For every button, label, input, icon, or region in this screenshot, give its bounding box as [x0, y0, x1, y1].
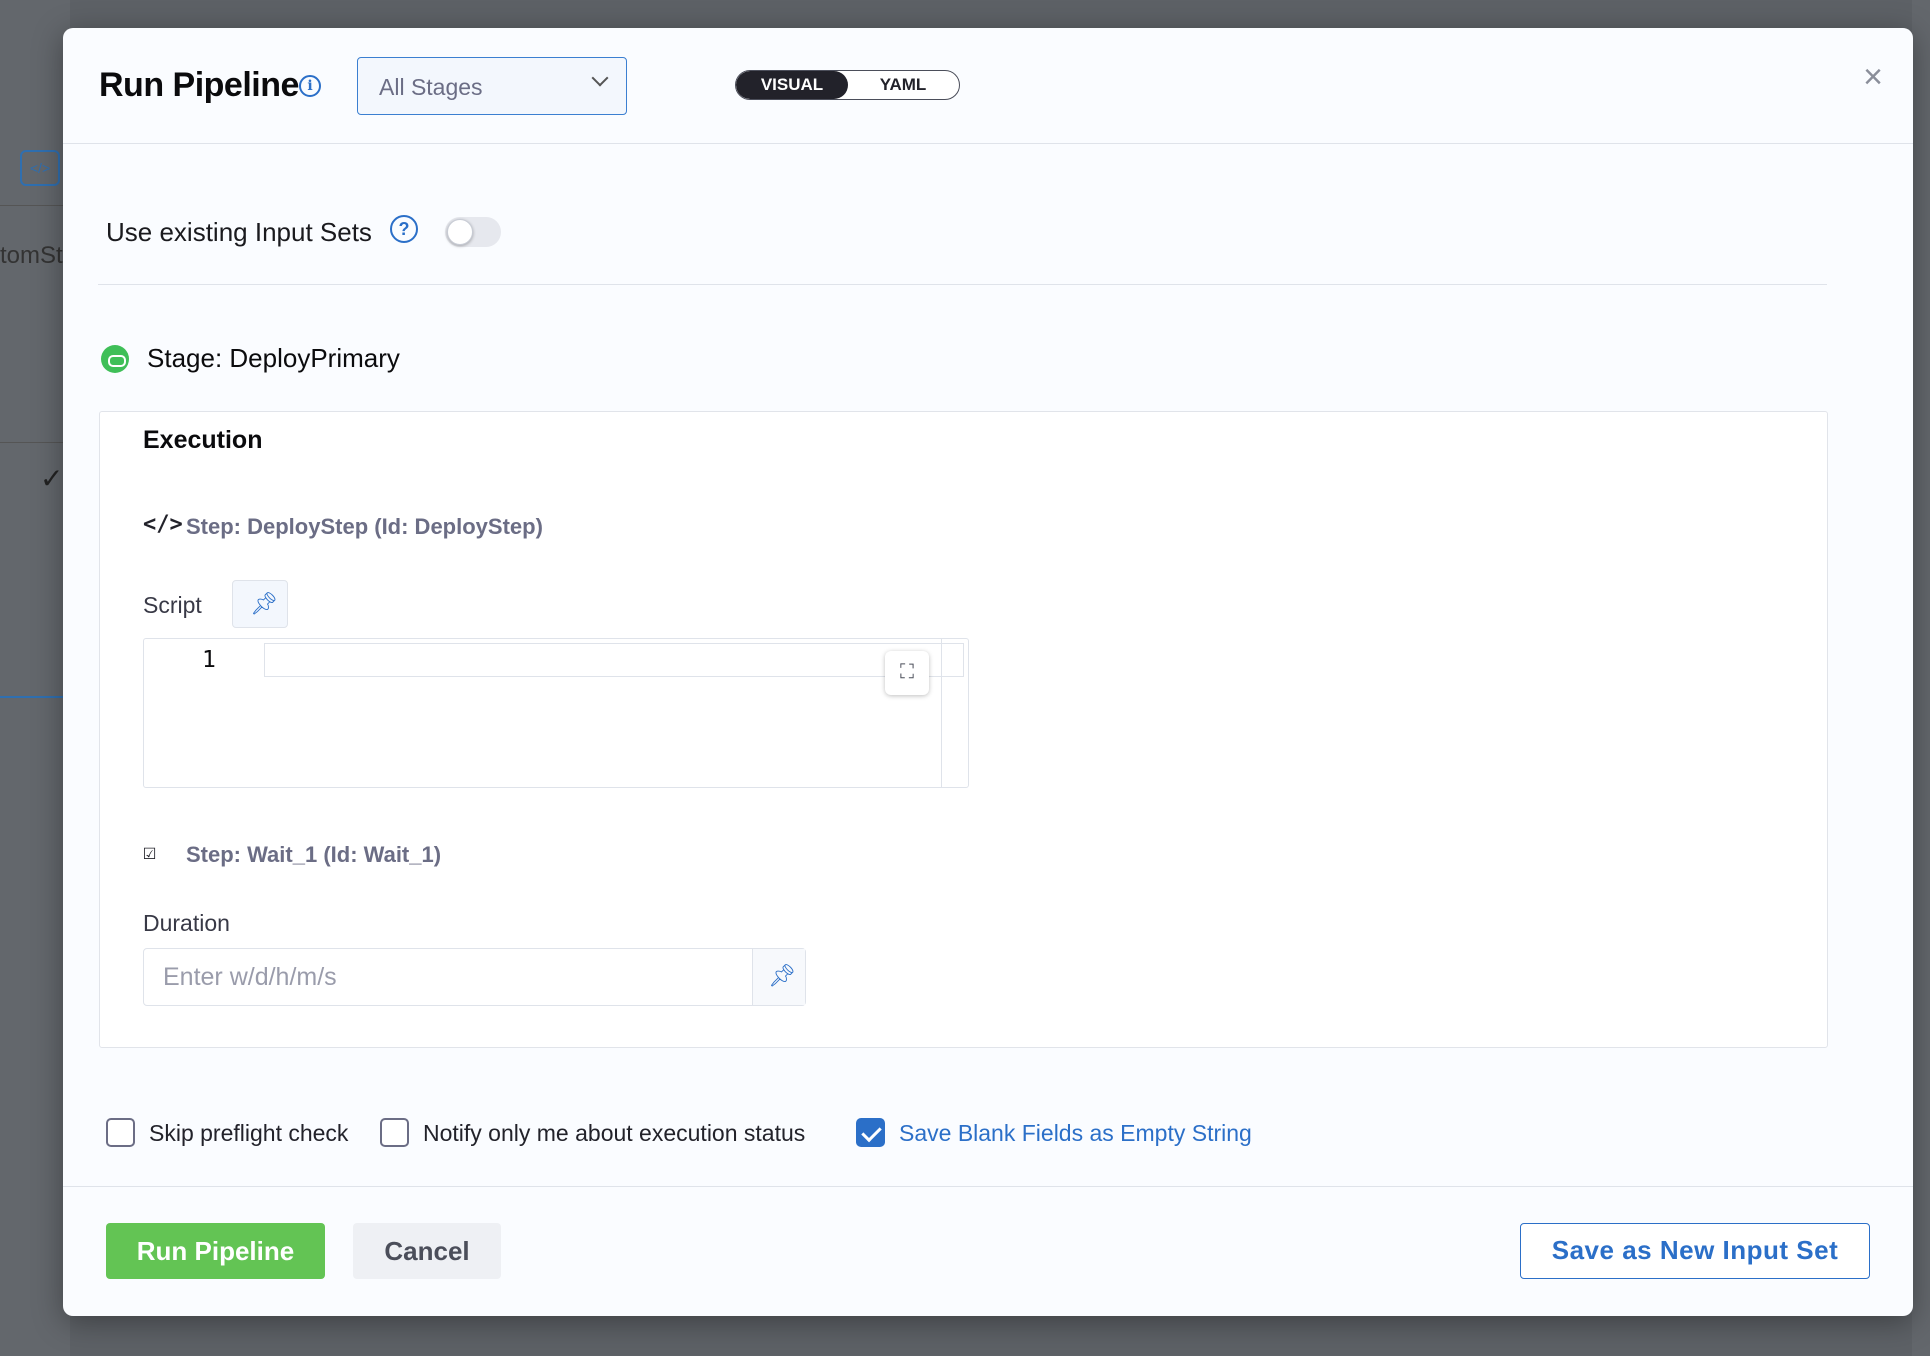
background-connector	[0, 696, 70, 698]
expand-icon[interactable]: ⛶	[885, 651, 929, 695]
dialog-header: Run Pipeline i All Stages VISUAL YAML ×	[63, 28, 1913, 144]
save-blank-checkbox[interactable]: Save Blank Fields as Empty String	[856, 1113, 1252, 1153]
background-app: </> tomSt ✓	[0, 0, 70, 1356]
chevron-down-icon	[591, 69, 609, 87]
info-icon[interactable]: i	[299, 75, 321, 97]
step-label: Step: DeployStep (Id: DeployStep)	[186, 514, 543, 539]
run-pipeline-dialog: Run Pipeline i All Stages VISUAL YAML × …	[63, 28, 1913, 1316]
divider	[98, 284, 1827, 285]
execution-title: Execution	[143, 426, 263, 454]
checkbox-label: Skip preflight check	[149, 1120, 349, 1146]
input-sets-toggle[interactable]	[445, 217, 501, 247]
tab-yaml[interactable]: YAML	[848, 71, 958, 99]
view-toggle: VISUAL YAML	[735, 70, 960, 100]
duration-field: 📌︎	[143, 948, 806, 1006]
stage-select-value: All Stages	[379, 74, 483, 100]
dialog-title: Run Pipeline	[99, 66, 299, 104]
pin-icon: 📌︎	[768, 963, 796, 988]
close-icon[interactable]: ×	[1863, 60, 1883, 94]
wait-check-icon: ☑	[143, 840, 157, 865]
cancel-button[interactable]: Cancel	[353, 1223, 501, 1279]
tab-visual[interactable]: VISUAL	[736, 71, 848, 99]
custom-stage-icon: </>	[20, 150, 60, 186]
input-sets-label: Use existing Input Sets	[106, 217, 372, 247]
code-icon: </>	[143, 512, 183, 537]
deploy-stage-icon	[101, 345, 129, 373]
duration-pin-button[interactable]: 📌︎	[752, 949, 805, 1005]
background-stage-label: tomSt	[0, 242, 63, 269]
stage-label: Stage: DeployPrimary	[147, 343, 400, 373]
checkbox-label: Save Blank Fields as Empty String	[899, 1120, 1252, 1146]
checkbox-checked[interactable]	[856, 1118, 885, 1147]
execution-panel: Execution </> Step: DeployStep (Id: Depl…	[99, 411, 1828, 1048]
stage-select[interactable]: All Stages	[357, 57, 627, 115]
dialog-body: Use existing Input Sets ? Stage: DeployP…	[63, 145, 1913, 1213]
check-icon: ✓	[40, 463, 64, 494]
background-divider	[0, 205, 70, 206]
step-label: Step: Wait_1 (Id: Wait_1)	[186, 842, 442, 867]
background-divider	[0, 442, 70, 443]
checkbox-label: Notify only me about execution status	[423, 1120, 806, 1146]
pin-icon: 📌︎	[250, 591, 278, 616]
checkbox[interactable]	[106, 1118, 135, 1147]
editor-scrollbar[interactable]	[941, 639, 942, 787]
background-app-right	[1912, 0, 1930, 1356]
script-line-input[interactable]	[264, 643, 964, 677]
duration-label: Duration	[143, 910, 230, 936]
script-label: Script	[143, 592, 202, 618]
script-pin-button[interactable]: 📌︎	[232, 580, 288, 628]
run-pipeline-button[interactable]: Run Pipeline	[106, 1223, 325, 1279]
duration-input[interactable]	[144, 949, 751, 1005]
dialog-footer: Run Pipeline Cancel Save as New Input Se…	[63, 1186, 1913, 1316]
save-input-set-button[interactable]: Save as New Input Set	[1520, 1223, 1870, 1279]
toggle-knob	[447, 219, 473, 245]
script-editor[interactable]: 1 ⛶	[143, 638, 969, 788]
checkbox[interactable]	[380, 1118, 409, 1147]
skip-preflight-checkbox[interactable]: Skip preflight check	[106, 1113, 348, 1153]
help-icon[interactable]: ?	[390, 215, 418, 243]
notify-me-checkbox[interactable]: Notify only me about execution status	[380, 1113, 812, 1153]
line-number: 1	[202, 647, 216, 673]
